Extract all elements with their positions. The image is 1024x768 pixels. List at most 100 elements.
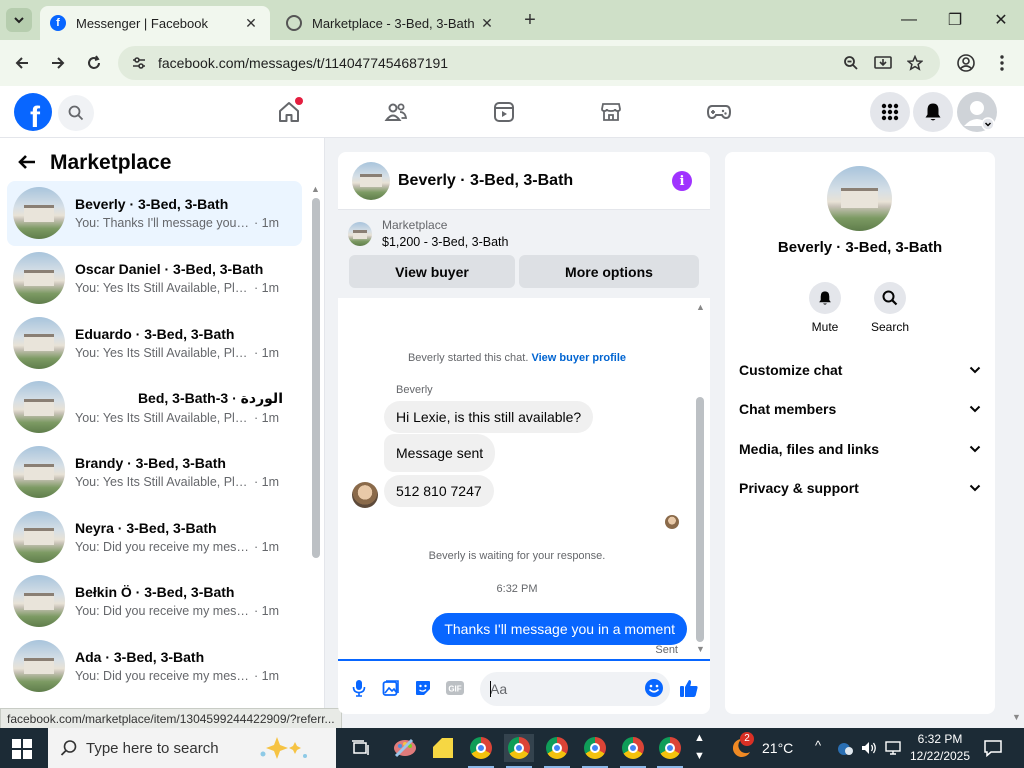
chrome-taskbar-button[interactable]	[655, 734, 685, 762]
chrome-taskbar-button[interactable]	[504, 734, 534, 762]
restore-button[interactable]: ❐	[932, 0, 978, 40]
scroll-up-arrow-icon[interactable]: ▲	[311, 184, 320, 194]
photo-icon[interactable]	[380, 677, 402, 699]
account-avatar-button[interactable]	[957, 92, 997, 132]
svg-text:GIF: GIF	[448, 685, 461, 694]
listing-thumbnail[interactable]	[827, 166, 892, 231]
profile-button[interactable]	[953, 50, 979, 76]
minimize-button[interactable]: —	[886, 0, 932, 40]
facebook-search-button[interactable]	[58, 95, 94, 131]
view-buyer-profile-link[interactable]: View buyer profile	[531, 352, 626, 364]
mute-action[interactable]: Mute	[795, 282, 855, 334]
list-scrollbar[interactable]	[312, 198, 320, 558]
volume-icon[interactable]	[858, 734, 880, 762]
nav-video[interactable]	[484, 96, 524, 128]
incoming-message[interactable]: 512 810 7247	[384, 475, 494, 507]
paint-app-button[interactable]	[390, 734, 420, 762]
nav-friends[interactable]	[376, 96, 416, 128]
conversation-item[interactable]: Oscar Daniel · 3-Bed, 3-Bath You: Yes It…	[7, 246, 302, 311]
reload-button[interactable]	[81, 50, 107, 76]
notification-center-button[interactable]	[978, 734, 1008, 762]
network-tray-icon[interactable]	[834, 734, 856, 762]
taskbar-search[interactable]: Type here to search	[48, 728, 336, 768]
scroll-up-arrow-icon[interactable]: ▲	[696, 302, 705, 312]
search-action[interactable]: Search	[860, 282, 920, 334]
emoji-icon[interactable]	[643, 677, 665, 699]
close-icon[interactable]: ✕	[242, 15, 260, 32]
conversation-item[interactable]: الوردة · 3-Bed, 3-Bath You: Yes Its Stil…	[7, 375, 302, 440]
scroll-down-arrow-icon[interactable]: ▼	[696, 644, 705, 654]
conversation-item[interactable]: Bełkin Ö · 3-Bed, 3-Bath You: Did you re…	[7, 569, 302, 634]
new-tab-button[interactable]: +	[518, 8, 542, 32]
media-files-section[interactable]: Media, files and links	[739, 437, 981, 461]
display-tray-icon[interactable]	[882, 734, 904, 762]
bookmark-star-icon[interactable]	[904, 52, 926, 74]
windows-start-button[interactable]	[12, 739, 32, 759]
conversation-item[interactable]: Beverly · 3-Bed, 3-Bath You: Thanks I'll…	[7, 181, 302, 246]
back-arrow-icon[interactable]	[18, 150, 36, 176]
install-app-icon[interactable]	[872, 52, 894, 74]
conversation-name: Oscar Daniel · 3-Bed, 3-Bath	[75, 261, 264, 278]
conversation-item[interactable]: Ada · 3-Bed, 3-Bath You: Did you receive…	[7, 634, 302, 699]
window-close-button[interactable]: ✕	[978, 0, 1024, 40]
conversation-item[interactable]: Brandy · 3-Bed, 3-Bath You: Yes Its Stil…	[7, 440, 302, 505]
menu-grid-button[interactable]	[870, 92, 910, 132]
chat-members-section[interactable]: Chat members	[739, 397, 981, 421]
customize-chat-section[interactable]: Customize chat	[739, 358, 981, 382]
tab-search-button[interactable]	[6, 8, 32, 32]
chat-header: Beverly · 3-Bed, 3-Bath i	[338, 152, 710, 210]
tab-messenger[interactable]: f Messenger | Facebook ✕	[40, 6, 270, 40]
view-buyer-button[interactable]: View buyer	[349, 255, 515, 288]
conversation-item[interactable]: Eduardo · 3-Bed, 3-Bath You: Yes Its Sti…	[7, 310, 302, 375]
more-apps-arrow-icon[interactable]: ▼	[694, 750, 705, 762]
conversation-name: Bełkin Ö · 3-Bed, 3-Bath	[75, 584, 235, 601]
conversation-item[interactable]: Neyra · 3-Bed, 3-Bath You: Did you recei…	[7, 504, 302, 569]
facebook-logo[interactable]: f	[14, 93, 52, 131]
chat-started-notice: Beverly started this chat. View buyer pr…	[338, 352, 696, 364]
listing-price[interactable]: $1,200 - 3-Bed, 3-Bath	[382, 235, 508, 249]
notifications-button[interactable]	[913, 92, 953, 132]
tab-marketplace[interactable]: Marketplace - 3-Bed, 3-Bath | Fa ✕	[276, 6, 506, 40]
browser-menu-button[interactable]	[989, 50, 1015, 76]
nav-marketplace[interactable]	[591, 96, 631, 128]
more-apps-arrow-icon[interactable]: ▲	[694, 732, 705, 744]
more-options-button[interactable]: More options	[519, 255, 699, 288]
url-bar[interactable]: facebook.com/messages/t/1140477454687191	[118, 46, 940, 80]
conversation-list: Beverly · 3-Bed, 3-Bath You: Thanks I'll…	[7, 181, 302, 699]
zoom-icon[interactable]	[840, 52, 862, 74]
message-input[interactable]	[480, 672, 670, 706]
chrome-taskbar-button[interactable]	[542, 734, 572, 762]
taskbar-clock[interactable]: 6:32 PM 12/22/2025	[908, 731, 972, 765]
chrome-taskbar-button[interactable]	[618, 734, 648, 762]
info-icon[interactable]: i	[672, 171, 692, 191]
incoming-message[interactable]: Message sent	[384, 434, 496, 472]
sticker-icon[interactable]	[412, 677, 434, 699]
chrome-taskbar-button[interactable]	[580, 734, 610, 762]
incoming-message[interactable]: Hi Lexie, is this still available?	[384, 401, 594, 433]
chat-title[interactable]: Beverly · 3-Bed, 3-Bath	[398, 172, 573, 190]
close-icon[interactable]: ✕	[478, 15, 496, 32]
search-icon	[68, 105, 84, 121]
thumbs-up-icon[interactable]	[678, 677, 700, 699]
chrome-taskbar-button[interactable]	[466, 734, 496, 762]
nav-home[interactable]	[269, 96, 309, 128]
chat-scrollbar[interactable]	[696, 397, 704, 642]
back-button[interactable]	[9, 50, 35, 76]
task-view-button[interactable]	[346, 734, 376, 762]
scroll-down-arrow-icon[interactable]: ▼	[1012, 712, 1021, 722]
site-info-icon[interactable]	[128, 52, 150, 74]
nav-gaming[interactable]	[699, 96, 739, 128]
weather-temperature[interactable]: 21°C	[762, 740, 793, 756]
microphone-icon[interactable]	[348, 677, 370, 699]
sender-avatar[interactable]	[352, 482, 378, 508]
conversation-name: Brandy · 3-Bed, 3-Bath	[75, 455, 226, 472]
reload-icon	[88, 55, 100, 69]
gif-icon[interactable]: GIF	[444, 677, 466, 699]
page-title: Marketplace	[50, 151, 172, 174]
outgoing-message[interactable]: Thanks I'll message you in a moment	[432, 613, 687, 645]
listing-thumbnail[interactable]	[352, 161, 390, 200]
tray-overflow-icon[interactable]: ^	[815, 738, 821, 753]
sticky-notes-button[interactable]	[428, 734, 458, 762]
privacy-support-section[interactable]: Privacy & support	[739, 476, 981, 500]
forward-button[interactable]	[45, 50, 71, 76]
